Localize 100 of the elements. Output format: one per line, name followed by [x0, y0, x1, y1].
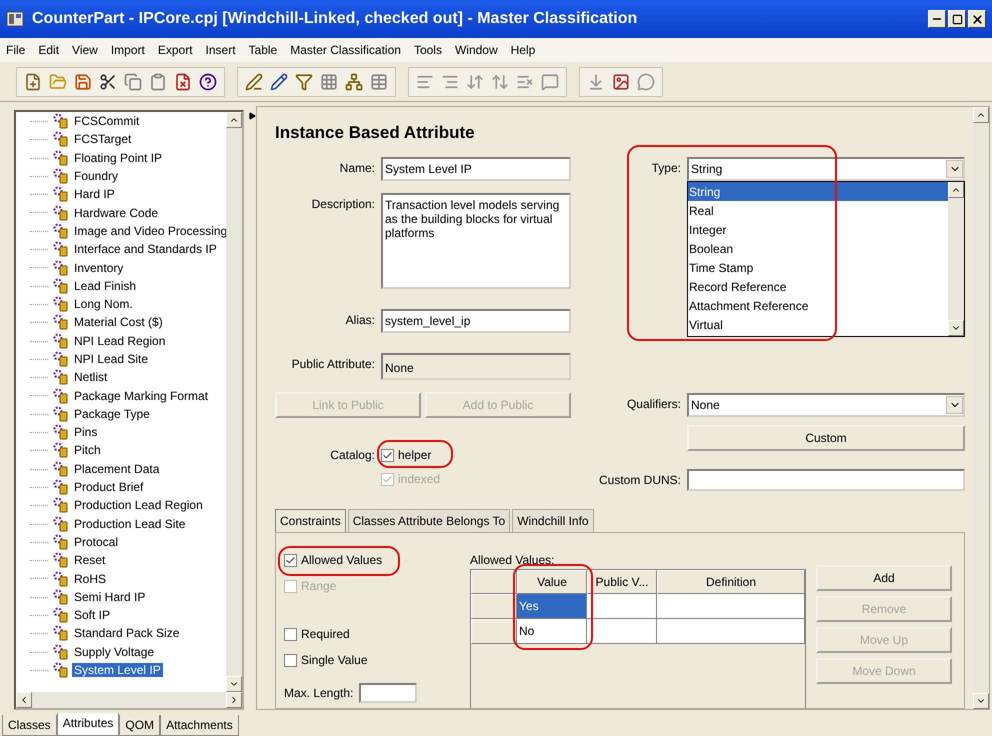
tree-item[interactable]: Inventory	[72, 260, 126, 275]
list-button[interactable]: Add	[816, 565, 952, 591]
menu-item[interactable]: Table	[248, 43, 278, 57]
column-header[interactable]: Value	[517, 570, 587, 594]
type-option[interactable]: Time Stamp	[688, 258, 948, 277]
menu-item[interactable]: Import	[110, 43, 145, 57]
tree-item[interactable]: Placement Data	[72, 462, 162, 476]
checkbox[interactable]	[284, 654, 297, 666]
tree-item[interactable]: Package Marking Format	[72, 388, 210, 403]
column-header[interactable]: Definition	[657, 570, 805, 594]
checkbox[interactable]	[284, 628, 297, 640]
tab[interactable]: Windchill Info	[512, 509, 594, 532]
tree-item[interactable]: RoHS	[72, 572, 108, 586]
type-option[interactable]: Virtual	[688, 315, 948, 334]
custom-button[interactable]: Custom	[687, 425, 965, 451]
table-cell[interactable]: No	[517, 619, 587, 644]
tree-item[interactable]: Pins	[72, 425, 100, 440]
tree-item[interactable]: NPI Lead Site	[72, 352, 150, 366]
tree-item[interactable]: FCSCommit	[72, 114, 142, 128]
tree-item[interactable]: Semi Hard IP	[72, 590, 148, 604]
checkbox[interactable]	[381, 448, 394, 462]
tree-item[interactable]: Foundry	[72, 169, 120, 184]
type-option[interactable]: Attachment Reference	[688, 296, 948, 315]
minimize-button[interactable]	[928, 10, 946, 28]
tree-item[interactable]: Material Cost ($)	[72, 315, 165, 330]
tree-item[interactable]: Lead Finish	[72, 278, 138, 293]
scroll-down-button[interactable]	[948, 320, 964, 336]
menu-item[interactable]: View	[72, 43, 98, 57]
tab[interactable]: Classes Attribute Belongs To	[348, 509, 510, 532]
scroll-left-button[interactable]	[16, 692, 32, 708]
pencil-tool-button[interactable]	[268, 70, 290, 92]
tree-item[interactable]: Soft IP	[72, 608, 112, 622]
help-tool-button[interactable]	[197, 70, 219, 92]
alias-field[interactable]: system_level_ip	[381, 309, 571, 333]
table-cell[interactable]	[587, 619, 657, 644]
menu-item[interactable]: Window	[454, 43, 498, 57]
type-option[interactable]: Record Reference	[688, 277, 948, 296]
type-option[interactable]: Integer	[688, 220, 948, 239]
tree-item[interactable]: Pitch	[72, 443, 103, 458]
menu-item[interactable]: File	[6, 43, 26, 57]
tree-item[interactable]: System Level IP	[72, 663, 163, 678]
scroll-up-button[interactable]	[973, 107, 989, 123]
panel-tab[interactable]: Attachments	[160, 715, 239, 736]
tree-item[interactable]: Standard Pack Size	[72, 626, 182, 640]
splitter-arrow-icon[interactable]	[248, 112, 256, 120]
tree-item[interactable]: FCSTarget	[72, 132, 134, 146]
name-field[interactable]: System Level IP	[381, 157, 571, 181]
speech-bubble-tool-button[interactable]	[635, 70, 657, 92]
scroll-down-button[interactable]	[973, 693, 989, 709]
field-label: Type:	[650, 160, 681, 177]
tree-item[interactable]: Netlist	[72, 370, 110, 384]
tree-item[interactable]: Production Lead Site	[72, 516, 188, 531]
tab[interactable]: Constraints	[275, 509, 346, 532]
qualifiers-dropdown[interactable]: None	[687, 393, 965, 417]
panel-tab[interactable]: Attributes	[56, 713, 120, 736]
horizontal-scrollbar[interactable]	[16, 692, 242, 708]
description-field[interactable]: Transaction level models serving as the building blocks for virtual platforms	[381, 193, 571, 289]
tree-item[interactable]: Production Lead Region	[72, 498, 205, 512]
table-cell[interactable]	[657, 619, 805, 644]
scroll-right-button[interactable]	[226, 692, 242, 708]
tree-item[interactable]: Interface and Standards IP	[72, 242, 219, 256]
scroll-up-button[interactable]	[226, 112, 242, 128]
tree-item[interactable]: Package Type	[72, 406, 152, 421]
table-cell[interactable]	[657, 594, 805, 619]
scroll-down-button[interactable]	[226, 676, 242, 692]
tree-item[interactable]: Product Brief	[72, 480, 146, 494]
menu-item[interactable]: Edit	[38, 43, 60, 57]
tree-item[interactable]: Reset	[72, 553, 108, 568]
checkbox[interactable]	[284, 554, 297, 566]
edit-tool-button[interactable]	[243, 70, 265, 92]
table-cell[interactable]: Yes	[517, 594, 587, 619]
hierarchy-tool-button[interactable]	[343, 70, 365, 92]
type-option[interactable]: String	[688, 182, 948, 201]
type-option[interactable]: Real	[688, 201, 948, 220]
column-header[interactable]: Public V...	[587, 570, 657, 594]
tree-item[interactable]: Long Nom.	[72, 297, 135, 312]
panel-tab[interactable]: QOM	[119, 715, 160, 736]
menu-item[interactable]: Export	[158, 43, 193, 57]
maximize-button[interactable]	[948, 10, 966, 28]
tree-item[interactable]: NPI Lead Region	[72, 334, 168, 348]
type-dropdown[interactable]: String	[687, 157, 965, 181]
type-option[interactable]: Boolean	[688, 239, 948, 258]
close-icon	[970, 12, 984, 26]
close-button[interactable]	[968, 10, 986, 28]
tree-item[interactable]: Floating Point IP	[72, 150, 164, 165]
menu-item[interactable]: Tools	[414, 43, 442, 57]
tree-item[interactable]: Hardware Code	[72, 206, 160, 220]
tree-item[interactable]: Supply Voltage	[72, 644, 156, 659]
menu-item[interactable]: Master Classification	[290, 43, 401, 57]
gear-tag-icon	[52, 351, 69, 367]
menu-item[interactable]: Insert	[206, 43, 236, 57]
tree-item[interactable]: Protocal	[72, 534, 120, 549]
field-label: Alias:	[344, 312, 375, 329]
custom-duns-field[interactable]	[687, 469, 965, 491]
table-cell[interactable]	[587, 594, 657, 619]
scroll-up-button[interactable]	[948, 182, 964, 198]
max-length-field[interactable]	[359, 683, 418, 703]
tree-item[interactable]: Hard IP	[72, 187, 117, 202]
menu-item[interactable]: Help	[510, 43, 536, 57]
panel-tab[interactable]: Classes	[2, 715, 57, 736]
